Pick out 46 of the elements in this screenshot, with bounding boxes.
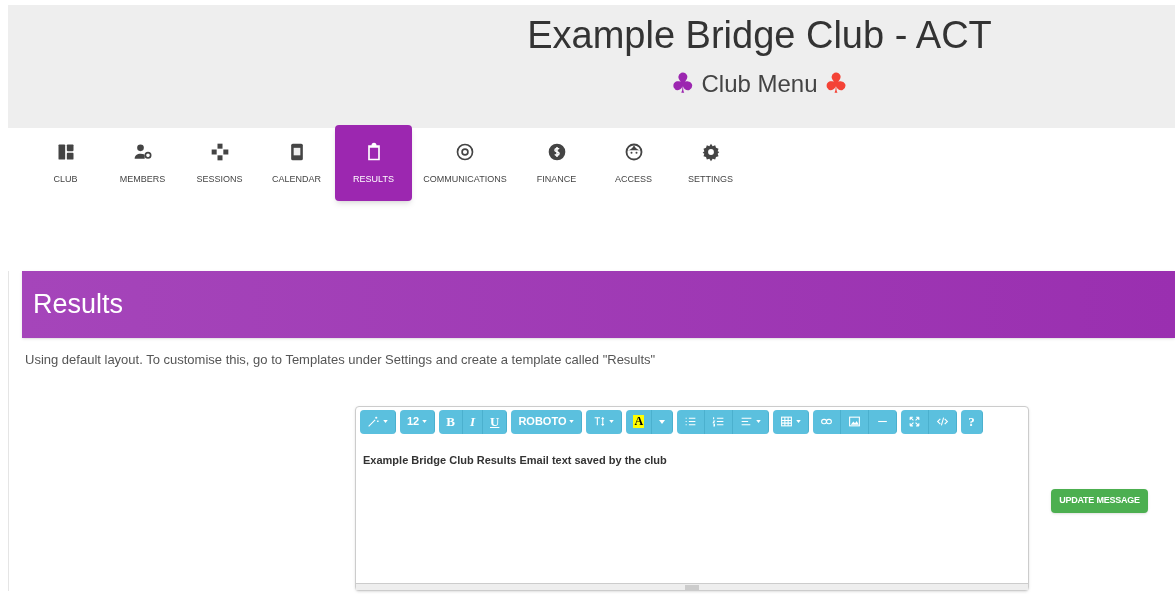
image-button[interactable] <box>841 409 870 434</box>
bullet-list-button[interactable] <box>677 409 706 434</box>
numbered-list-button[interactable] <box>705 409 734 434</box>
club-suit-icon: ♣ <box>823 69 849 99</box>
nav-tab[interactable]: SESSIONS <box>181 125 258 201</box>
code-button[interactable] <box>929 409 958 434</box>
cross-squares-icon <box>209 142 230 162</box>
caret-icon <box>659 419 666 424</box>
editor-text: Example Bridge Club Results Email text saved by the club <box>363 452 668 468</box>
nav-tab[interactable]: SETTINGS <box>672 125 749 201</box>
numbered-list-icon <box>712 415 726 428</box>
image-icon <box>848 415 862 428</box>
highlight-color-button[interactable]: A <box>626 409 653 434</box>
link-button[interactable] <box>813 409 842 434</box>
person-gear-icon <box>132 142 153 162</box>
resize-handle[interactable] <box>356 582 1028 590</box>
face-icon <box>623 142 644 162</box>
nav-tab[interactable]: FINANCE <box>518 125 595 201</box>
nav-tab[interactable]: RESULTS <box>335 125 412 201</box>
nav-tab[interactable]: ACCESS <box>595 125 672 201</box>
text-height-icon <box>593 415 607 428</box>
layout-note: Using default layout. To customise this, go to Templates under Settings and create a template called "Results" <box>25 351 657 369</box>
text-editor[interactable]: 12 B I U ROBOTO A ? Example Bridge Club Results Email text saved by the club <box>355 405 1029 591</box>
settings-icon <box>700 142 721 162</box>
nav-tab[interactable]: CALENDAR <box>258 125 335 201</box>
club-suit-icon: ♣ <box>670 69 696 99</box>
club-menu-label: Club Menu <box>701 69 818 99</box>
nav-tab[interactable]: MEMBERS <box>104 125 181 201</box>
bullet-list-icon <box>684 415 698 428</box>
text-height-button[interactable] <box>586 409 623 434</box>
code-icon <box>936 415 950 428</box>
table-icon <box>780 415 794 428</box>
horizontal-rule-button[interactable] <box>869 409 898 434</box>
nav-tab[interactable]: COMMUNICATIONS <box>412 125 518 201</box>
table-button[interactable] <box>773 409 810 434</box>
color-dropdown-button[interactable] <box>652 409 674 434</box>
fullscreen-button[interactable] <box>901 409 930 434</box>
dollar-coin-icon <box>546 142 567 162</box>
magic-wand-button[interactable] <box>360 409 396 434</box>
fullscreen-icon <box>908 415 922 428</box>
magic-wand-icon <box>367 415 380 428</box>
site-title: Example Bridge Club - ACT <box>527 13 992 57</box>
panel-title: Results <box>33 288 124 322</box>
align-left-icon <box>740 415 754 428</box>
align-left-button[interactable] <box>733 409 770 434</box>
nav-tab[interactable]: CLUB <box>27 125 104 201</box>
